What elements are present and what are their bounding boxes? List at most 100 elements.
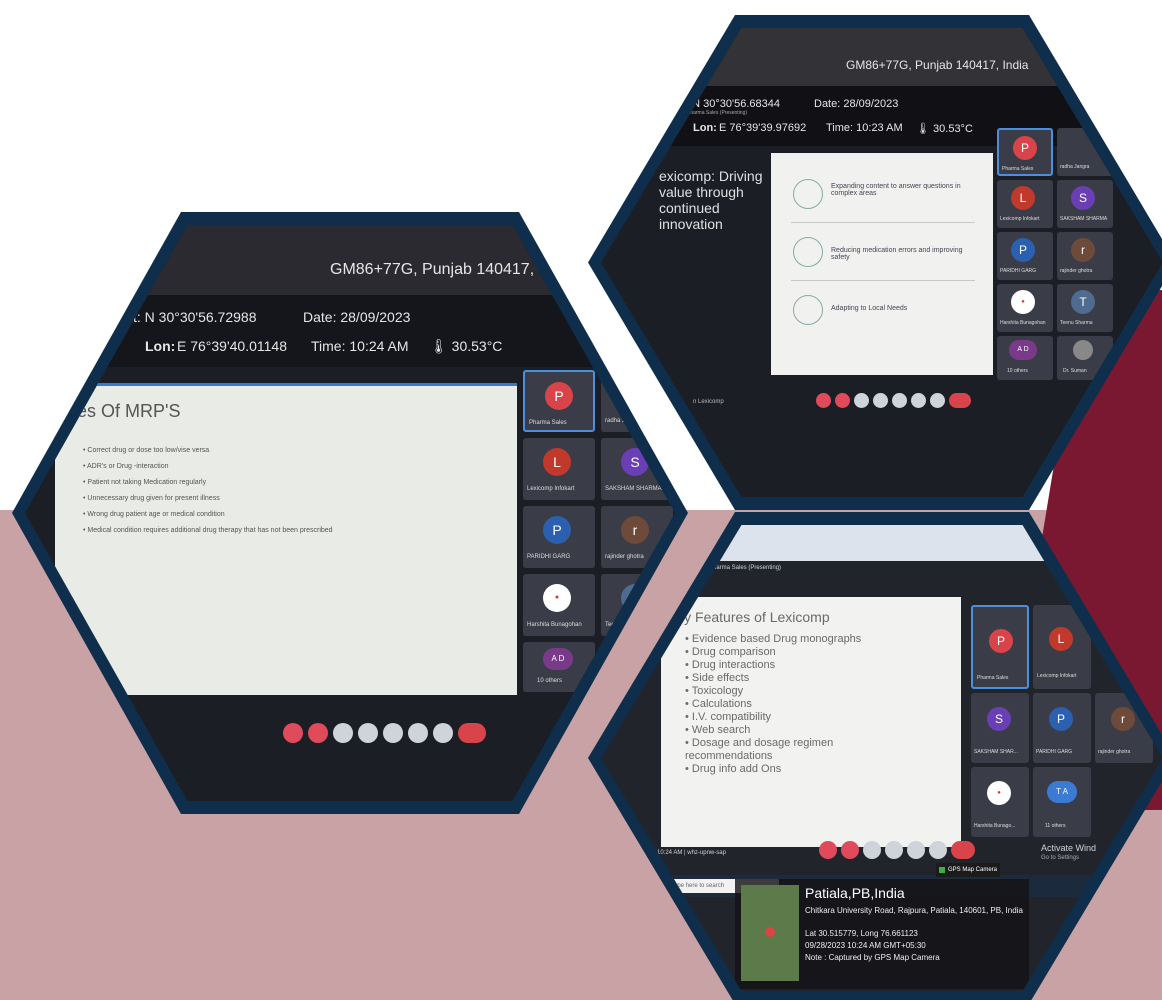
feature-item: • Drug interactions xyxy=(685,659,776,671)
participant-tile[interactable]: S SAKSHAM SHAR... xyxy=(971,693,1029,763)
hand-button[interactable] xyxy=(929,841,947,859)
mic-button[interactable] xyxy=(283,723,303,743)
slide-panel: Expanding content to answer questions in… xyxy=(771,153,993,375)
participant-tile[interactable]: S SAKSHAM SHARMA xyxy=(601,438,673,500)
participant-name: Pharma Sales xyxy=(977,675,1009,681)
captions-button[interactable] xyxy=(863,841,881,859)
participant-tile[interactable]: A D 10 others xyxy=(523,642,595,692)
participant-tile[interactable]: L Lexicomp Infokart xyxy=(997,180,1053,228)
datetime-text: 09/28/2023 10:24 AM GMT+05:30 xyxy=(805,941,926,950)
participant-name: Lexicomp Infokart xyxy=(1000,216,1040,222)
participant-name: Pharma Sales xyxy=(1002,166,1034,172)
avatar: T A xyxy=(1047,781,1077,803)
captions-button[interactable] xyxy=(333,723,353,743)
hand-button[interactable] xyxy=(911,393,926,408)
mic-button[interactable] xyxy=(819,841,837,859)
present-button[interactable] xyxy=(892,393,907,408)
end-call-button[interactable] xyxy=(949,393,971,408)
participant-tile[interactable]: P Pharma Sales xyxy=(523,370,595,432)
participant-tile[interactable]: A D 10 others xyxy=(997,336,1053,380)
participant-tile[interactable]: P PARIDHI GARG xyxy=(997,232,1053,280)
participant-tile[interactable]: ● Harshita Bunago... xyxy=(971,767,1029,837)
participant-tile[interactable]: radha Jangra xyxy=(1057,128,1113,176)
participant-name: Lexicomp Infokart xyxy=(527,486,575,492)
participant-name: Harshita Bunagohan xyxy=(527,622,582,628)
emoji-button[interactable] xyxy=(873,393,888,408)
avatar: r xyxy=(1111,707,1135,731)
present-button[interactable] xyxy=(383,723,403,743)
bullet-list: • Correct drug or dose too low/vise vers… xyxy=(83,443,333,539)
participant-tile[interactable]: ● Harshita Bunagohan xyxy=(997,284,1053,332)
temperature-text: 🌡 30.53°C xyxy=(430,338,503,354)
longitude-text: E 76°39'40.01148 xyxy=(177,338,287,354)
camera-button[interactable] xyxy=(841,841,859,859)
emoji-button[interactable] xyxy=(358,723,378,743)
slide-item: Reducing medication errors and improving… xyxy=(791,229,975,281)
avatar: L xyxy=(1011,186,1035,210)
meeting-time-code: 10:24 AM | whz-upnw-sap xyxy=(657,850,726,856)
participant-name: radha Jangra xyxy=(1060,164,1090,170)
avatar: P xyxy=(1013,136,1037,160)
avatar: T xyxy=(1071,290,1095,314)
participant-tile[interactable]: Dr. Suman xyxy=(1057,336,1113,380)
present-button[interactable] xyxy=(907,841,925,859)
map-thumbnail xyxy=(741,885,799,981)
camera-button[interactable] xyxy=(835,393,850,408)
slide-item: Adapting to Local Needs xyxy=(791,287,975,339)
avatar: A D xyxy=(1009,340,1037,360)
slide-panel: Key Features of Lexicomp • Evidence base… xyxy=(661,597,961,847)
bullet-item: • ADR's or Drug -interaction xyxy=(83,463,169,470)
hand-button[interactable] xyxy=(408,723,428,743)
latitude-text: t: N 30°30'56.68344 xyxy=(683,98,781,110)
feature-item: • Calculations xyxy=(685,698,752,710)
end-call-button[interactable] xyxy=(951,841,975,859)
participant-name: Pharma Sales xyxy=(529,420,567,426)
avatar: ● xyxy=(543,584,571,612)
feature-item: • Drug info add Ons xyxy=(685,763,782,775)
end-call-button[interactable] xyxy=(458,723,486,743)
participant-tile[interactable]: r rajinder ghotra xyxy=(601,506,673,568)
participant-name: 10 others xyxy=(537,678,563,684)
participant-tile[interactable]: P PARIDHI GARG xyxy=(1033,693,1091,763)
camera-button[interactable] xyxy=(308,723,328,743)
emoji-button[interactable] xyxy=(885,841,903,859)
captions-button[interactable] xyxy=(854,393,869,408)
place-name: Patiala,PB,India xyxy=(805,885,905,901)
bullet-item: • Correct drug or dose too low/vise vers… xyxy=(83,447,210,454)
participant-tile[interactable]: T Teenu Sharma xyxy=(1057,284,1113,332)
participant-tile[interactable]: P Pharma Sales xyxy=(971,605,1029,689)
participant-name: Teenu Sharma xyxy=(1060,320,1093,326)
participant-name: rajinder ghotra xyxy=(605,554,644,560)
feature-item: • Evidence based Drug monographs xyxy=(685,633,862,645)
local-needs-icon xyxy=(793,295,823,325)
participant-tile[interactable]: ● Harshita Bunagohan xyxy=(523,574,595,636)
participant-tile[interactable]: P PARIDHI GARG xyxy=(523,506,595,568)
more-button[interactable] xyxy=(930,393,945,408)
bullet-item: • Medical condition requires additional … xyxy=(83,527,333,534)
time-text: Time: 10:24 AM xyxy=(311,338,409,354)
participant-name: 10 others xyxy=(1007,368,1028,374)
bullet-item: • Patient not taking Medication regularl… xyxy=(83,479,207,486)
feature-item: • Side effects xyxy=(685,672,750,684)
avatar: P xyxy=(543,516,571,544)
participant-tile[interactable]: S SAKSHAM SHARMA xyxy=(1057,180,1113,228)
participant-tile[interactable]: L Lexicomp Infokart xyxy=(1033,605,1091,689)
participant-tile[interactable]: P Pharma Sales xyxy=(997,128,1053,176)
participant-name: rajinder ghotra xyxy=(1098,749,1131,755)
location-text: GM86+77G, Punjab 140417, India xyxy=(846,58,1029,72)
date-text: Date: 28/09/2023 xyxy=(814,98,899,110)
avatar: P xyxy=(545,382,573,410)
content-icon xyxy=(793,179,823,209)
presenter-label: Pharma Sales (Presenting) xyxy=(687,110,748,116)
slide-title: pes Of MRP'S xyxy=(67,401,181,421)
participant-tile[interactable]: T A 11 others xyxy=(1033,767,1091,837)
more-button[interactable] xyxy=(433,723,453,743)
feature-item: • Dosage and dosage regimen recommendati… xyxy=(685,737,834,762)
participant-name: PARIDHI GARG xyxy=(527,554,571,560)
participant-tile[interactable]: L Lexicomp Infokart xyxy=(523,438,595,500)
mic-button[interactable] xyxy=(816,393,831,408)
participant-tile[interactable]: r rajinder ghotra xyxy=(1057,232,1113,280)
activate-windows-sub: Go to Settings xyxy=(1041,855,1080,861)
participant-name: SAKSHAM SHARMA xyxy=(1060,216,1108,222)
avatar: L xyxy=(543,448,571,476)
